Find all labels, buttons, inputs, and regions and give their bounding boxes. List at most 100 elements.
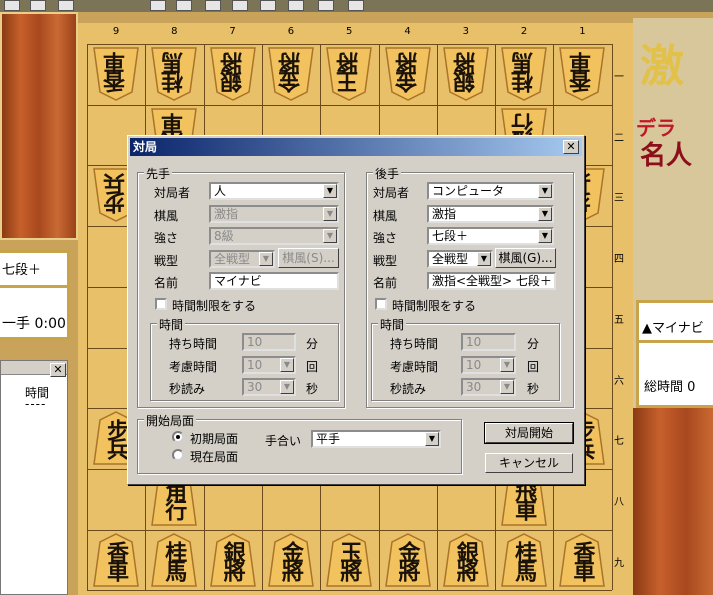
piece-label: 桂馬 xyxy=(511,540,538,579)
gote-kifu-button[interactable]: 棋風(G)... xyxy=(495,248,556,268)
shogi-piece[interactable]: 金將 xyxy=(267,46,315,102)
gote-mochi-label: 持ち時間 xyxy=(390,337,439,351)
sente-senkei-select: 全戦型 ▼ xyxy=(209,250,275,268)
piece-label: 銀將 xyxy=(219,540,246,579)
toolbar xyxy=(0,0,713,12)
shogi-piece[interactable]: 王將 xyxy=(325,46,373,102)
sente-byo-unit: 秒 xyxy=(306,382,319,396)
gote-timelimit-checkbox[interactable] xyxy=(375,298,387,310)
chevron-down-icon: ▼ xyxy=(259,252,273,266)
start-game-button[interactable]: 対局開始 xyxy=(484,422,574,444)
prev-move-button[interactable] xyxy=(176,0,192,11)
shogi-piece[interactable]: 金將 xyxy=(267,532,315,588)
sente-name-label: 名前 xyxy=(154,276,179,290)
toolbar-button[interactable] xyxy=(4,0,20,11)
shogi-piece[interactable]: 香車 xyxy=(92,532,140,588)
rank-number: 九 xyxy=(614,557,624,569)
shogi-piece[interactable]: 銀將 xyxy=(209,532,257,588)
last-move-button[interactable] xyxy=(288,0,304,11)
chevron-down-icon: ▼ xyxy=(538,184,552,198)
rank-number: 八 xyxy=(614,496,624,508)
piece-label: 金將 xyxy=(277,540,304,579)
piece-label: 香車 xyxy=(569,540,596,579)
toolbar-button[interactable] xyxy=(318,0,334,11)
shogi-piece[interactable]: 金將 xyxy=(384,46,432,102)
chevron-down-icon: ▼ xyxy=(477,252,491,266)
piece-label: 金將 xyxy=(394,55,421,93)
shogi-piece[interactable]: 香車 xyxy=(558,46,606,102)
current-position-label: 現在局面 xyxy=(190,450,239,464)
gote-name-label: 名前 xyxy=(373,276,398,290)
app-logo-title: 激 xyxy=(640,41,684,92)
gote-group-label: 後手 xyxy=(373,165,402,182)
gote-strength-select[interactable]: 七段＋ ▼ xyxy=(427,227,554,245)
next-move-button[interactable] xyxy=(260,0,276,11)
sente-strength-label: 強さ xyxy=(154,231,179,245)
shogi-piece[interactable]: 玉將 xyxy=(325,532,373,588)
chevron-down-icon: ▼ xyxy=(425,432,439,446)
piece-label: 王將 xyxy=(336,55,363,93)
list-row: ---- xyxy=(25,397,47,411)
toolbar-button[interactable] xyxy=(30,0,46,11)
current-position-radio[interactable] xyxy=(172,449,184,461)
sente-kouryo-select: 10 ▼ xyxy=(242,356,296,374)
shogi-piece[interactable]: 銀將 xyxy=(442,532,490,588)
sente-player-name: ▲マイナビ xyxy=(642,321,704,336)
shogi-piece[interactable]: 銀將 xyxy=(209,46,257,102)
toolbar-button[interactable] xyxy=(58,0,74,11)
piece-label: 桂馬 xyxy=(161,540,188,579)
sente-timelimit-checkbox[interactable] xyxy=(155,298,167,310)
handicap-select[interactable]: 平手 ▼ xyxy=(311,430,441,448)
piece-label: 金將 xyxy=(394,540,421,579)
sente-name-input[interactable]: マイナビ xyxy=(209,272,339,290)
forward-button[interactable] xyxy=(232,0,248,11)
sente-player-select[interactable]: 人 ▼ xyxy=(209,182,339,200)
sente-total-time: 総時間 0 xyxy=(644,380,696,395)
rank-number: 六 xyxy=(614,375,624,387)
gote-senkei-select[interactable]: 全戦型 ▼ xyxy=(427,250,493,268)
close-icon[interactable]: ✕ xyxy=(563,140,579,154)
shogi-piece[interactable]: 桂馬 xyxy=(150,46,198,102)
file-number: 7 xyxy=(229,26,236,37)
gote-info-panel: 七段＋ 一手 0:00 xyxy=(0,250,70,340)
dialog-title-text: 対局 xyxy=(133,140,158,154)
gote-kouryo-label: 考慮時間 xyxy=(390,360,439,374)
gote-komadai xyxy=(0,12,78,240)
sente-byo-select: 30 ▼ xyxy=(242,378,296,396)
cancel-button[interactable]: キャンセル xyxy=(485,453,573,473)
sente-kouryo-label: 考慮時間 xyxy=(169,360,218,374)
file-number: 5 xyxy=(346,26,353,37)
grid-line xyxy=(87,104,612,106)
chevron-down-icon: ▼ xyxy=(323,184,337,198)
gote-player-select[interactable]: コンピュータ ▼ xyxy=(427,182,554,200)
shogi-piece[interactable]: 桂馬 xyxy=(150,532,198,588)
shogi-piece[interactable]: 銀將 xyxy=(442,46,490,102)
sente-timelimit-label: 時間制限をする xyxy=(172,299,257,313)
file-number: 1 xyxy=(579,26,586,37)
shogi-piece[interactable]: 桂馬 xyxy=(500,46,548,102)
gote-style-select[interactable]: 激指 ▼ xyxy=(427,205,554,223)
shogi-piece[interactable]: 香車 xyxy=(558,532,606,588)
file-number: 3 xyxy=(462,26,469,37)
first-move-button[interactable] xyxy=(150,0,166,11)
gote-byo-unit: 秒 xyxy=(527,382,540,396)
app-logo-sub2: 名人 xyxy=(640,141,693,171)
handicap-label: 手合い xyxy=(265,434,302,448)
gote-time: 一手 0:00 xyxy=(2,316,66,332)
gote-timelimit-label: 時間制限をする xyxy=(392,299,477,313)
sente-group-label: 先手 xyxy=(144,165,173,182)
shogi-piece[interactable]: 桂馬 xyxy=(500,532,548,588)
close-icon[interactable]: ✕ xyxy=(50,363,66,377)
initial-position-label: 初期局面 xyxy=(190,432,239,446)
piece-label: 金將 xyxy=(277,55,304,93)
start-position-group-label: 開始局面 xyxy=(144,412,197,429)
toolbar-button[interactable] xyxy=(348,0,364,11)
shogi-piece[interactable]: 香車 xyxy=(92,46,140,102)
gote-kouryo-unit: 回 xyxy=(527,360,540,374)
piece-label: 銀將 xyxy=(452,55,479,93)
gote-name-input[interactable]: 激指<全戦型> 七段＋ xyxy=(427,272,556,290)
back-button[interactable] xyxy=(205,0,221,11)
file-number: 2 xyxy=(520,26,528,37)
shogi-piece[interactable]: 金將 xyxy=(384,532,432,588)
initial-position-radio[interactable] xyxy=(172,431,184,443)
